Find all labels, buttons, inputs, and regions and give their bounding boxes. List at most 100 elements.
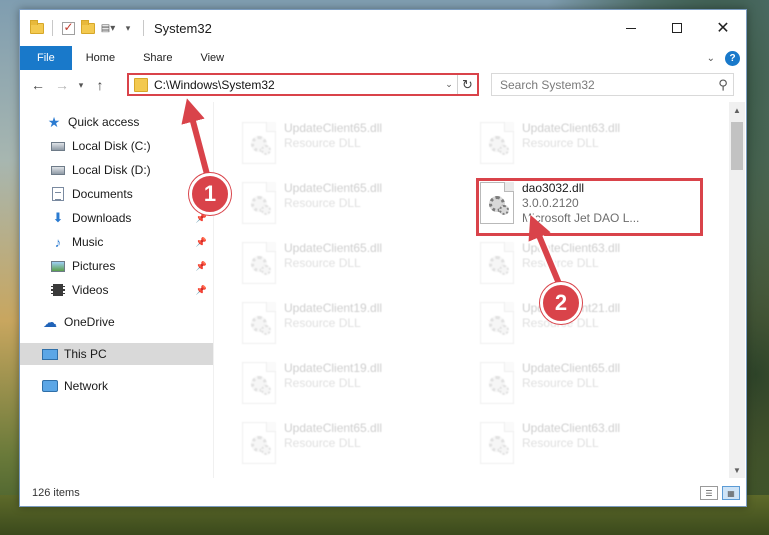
file-name: UpdateClient19.dll xyxy=(284,361,383,375)
nav-item-pictures[interactable]: Pictures 📌 xyxy=(20,255,213,277)
file-name: UpdateClient65.dll xyxy=(284,121,383,135)
address-bar[interactable]: C:\Windows\System32 ⌄ ↻ xyxy=(127,73,479,96)
toolbar-dropdown-icon[interactable]: ▾ xyxy=(119,19,137,37)
dll-file-icon xyxy=(480,362,514,404)
file-item[interactable]: UpdateClient65.dll Resource DLL xyxy=(480,360,700,406)
file-item[interactable]: UpdateClient21.dllResource DLL xyxy=(480,300,700,346)
file-description: Resource DLL xyxy=(284,256,361,270)
pane-divider[interactable] xyxy=(213,102,214,478)
quick-access-toolbar: ▤▾ ▾ xyxy=(28,19,148,37)
address-dropdown-icon[interactable]: ⌄ xyxy=(441,79,457,90)
file-item[interactable]: UpdateClient65.dll Resource DLL xyxy=(242,120,462,166)
ribbon-right: ⌄ ? xyxy=(707,46,746,70)
tab-share[interactable]: Share xyxy=(129,46,186,70)
pictures-icon xyxy=(50,258,66,274)
close-button[interactable]: ✕ xyxy=(700,10,746,46)
nav-item-videos[interactable]: Videos 📌 xyxy=(20,279,213,301)
large-icons-view-icon[interactable]: ▦ xyxy=(722,486,740,500)
tab-home[interactable]: Home xyxy=(72,46,129,70)
recent-locations-button[interactable]: ▾ xyxy=(74,73,88,97)
network-icon xyxy=(42,378,58,394)
up-arrow-icon: ↑ xyxy=(96,77,104,93)
file-description: Resource DLL xyxy=(284,376,361,390)
new-folder-icon[interactable] xyxy=(79,19,97,37)
window-title: System32 xyxy=(154,20,212,36)
refresh-icon: ↻ xyxy=(462,76,473,92)
file-list: UpdateClient65.dll Resource DLL UpdateCli… xyxy=(216,102,730,478)
scroll-thumb[interactable] xyxy=(731,122,743,170)
file-item[interactable]: UpdateClient65.dll Resource DLL xyxy=(242,420,462,466)
file-item[interactable]: UpdateClient19.dll Resource DLL xyxy=(242,360,462,406)
properties-icon[interactable] xyxy=(59,19,77,37)
tab-file[interactable]: File xyxy=(20,46,72,70)
file-name: UpdateClient63.dll xyxy=(522,421,621,435)
refresh-button[interactable]: ↻ xyxy=(457,75,477,94)
back-button[interactable]: ← xyxy=(26,73,50,97)
dll-file-icon xyxy=(242,422,276,464)
pin-icon[interactable]: 📌 xyxy=(196,237,207,248)
file-item[interactable]: UpdateClient63.dll Resource DLL xyxy=(480,420,700,466)
customize-toolbar-icon[interactable]: ▤▾ xyxy=(99,19,117,37)
minimize-button[interactable] xyxy=(608,10,654,46)
close-icon: ✕ xyxy=(716,20,730,37)
search-input[interactable]: Search System32 xyxy=(500,78,713,92)
view-switcher: ☰ ▦ xyxy=(700,486,740,500)
nav-item-quick-access[interactable]: ★ Quick access xyxy=(20,111,213,133)
nav-item-label: Music xyxy=(72,235,104,249)
maximize-button[interactable] xyxy=(654,10,700,46)
nav-item-onedrive[interactable]: ☁ OneDrive xyxy=(20,311,213,333)
document-icon xyxy=(50,186,66,202)
nav-item-downloads[interactable]: ⬇ Downloads 📌 xyxy=(20,207,213,229)
pin-icon[interactable]: 📌 xyxy=(196,261,207,272)
nav-item-label: Network xyxy=(64,379,109,393)
step-2-badge: 2 xyxy=(540,282,582,324)
file-item[interactable]: UpdateClient65.dll Resource DLL xyxy=(242,240,462,286)
nav-item-label: This PC xyxy=(64,347,107,361)
file-description: Resource DLL xyxy=(522,256,599,270)
file-item[interactable]: UpdateClient65.dll Resource DLL xyxy=(242,180,462,226)
file-item[interactable]: UpdateClient19.dll Resource DLL xyxy=(242,300,462,346)
cloud-icon: ☁ xyxy=(43,313,57,330)
nav-item-network[interactable]: Network xyxy=(20,375,213,397)
nav-item-local-disk-c[interactable]: Local Disk (C:) xyxy=(20,135,213,157)
file-description: Resource DLL xyxy=(522,376,599,390)
dll-file-icon xyxy=(480,302,514,344)
file-name: UpdateClient63.dll xyxy=(522,241,621,255)
nav-item-label: Local Disk (C:) xyxy=(72,139,151,153)
address-path[interactable]: C:\Windows\System32 xyxy=(154,78,441,92)
disk-icon xyxy=(50,138,66,154)
help-icon[interactable]: ? xyxy=(725,50,740,66)
nav-item-label: Videos xyxy=(72,283,109,297)
nav-item-label: Local Disk (D:) xyxy=(72,163,151,177)
scroll-down-icon[interactable]: ▼ xyxy=(729,462,745,478)
search-box[interactable]: Search System32 ⚲ xyxy=(491,73,734,96)
file-name: UpdateClient65.dll xyxy=(284,421,383,435)
tab-view[interactable]: View xyxy=(186,46,238,70)
expand-ribbon-chevron-icon[interactable]: ⌄ xyxy=(707,53,715,64)
details-view-icon[interactable]: ☰ xyxy=(700,486,718,500)
nav-item-label: Downloads xyxy=(72,211,132,225)
forward-button[interactable]: → xyxy=(50,73,74,97)
dll-file-icon xyxy=(480,422,514,464)
up-button[interactable]: ↑ xyxy=(88,73,112,97)
file-item[interactable]: UpdateClient63.dll Resource DLL xyxy=(480,240,700,286)
dll-file-icon xyxy=(242,182,276,224)
file-name: UpdateClient19.dll xyxy=(284,301,383,315)
pin-icon[interactable]: 📌 xyxy=(196,285,207,296)
file-explorer-window: ▤▾ ▾ System32 ✕ File Home Share View ⌄ ?… xyxy=(19,9,747,507)
folder-icon xyxy=(28,19,46,37)
nav-item-documents[interactable]: Documents 📌 xyxy=(20,183,213,205)
vertical-scrollbar[interactable]: ▲ ▼ xyxy=(729,102,745,478)
title-bar: ▤▾ ▾ System32 ✕ xyxy=(20,10,746,46)
nav-item-music[interactable]: ♪ Music 📌 xyxy=(20,231,213,253)
nav-item-this-pc[interactable]: This PC xyxy=(20,343,213,365)
file-name: UpdateClient63.dll xyxy=(522,121,621,135)
nav-item-label: OneDrive xyxy=(64,315,115,329)
file-name: UpdateClient65.dll xyxy=(284,181,383,195)
nav-item-local-disk-d[interactable]: Local Disk (D:) xyxy=(20,159,213,181)
scroll-up-icon[interactable]: ▲ xyxy=(729,102,745,118)
file-item[interactable]: UpdateClient63.dll Resource DLL xyxy=(480,120,700,166)
toolbar-divider xyxy=(52,20,53,36)
search-icon: ⚲ xyxy=(718,76,728,92)
download-icon: ⬇ xyxy=(52,210,64,225)
